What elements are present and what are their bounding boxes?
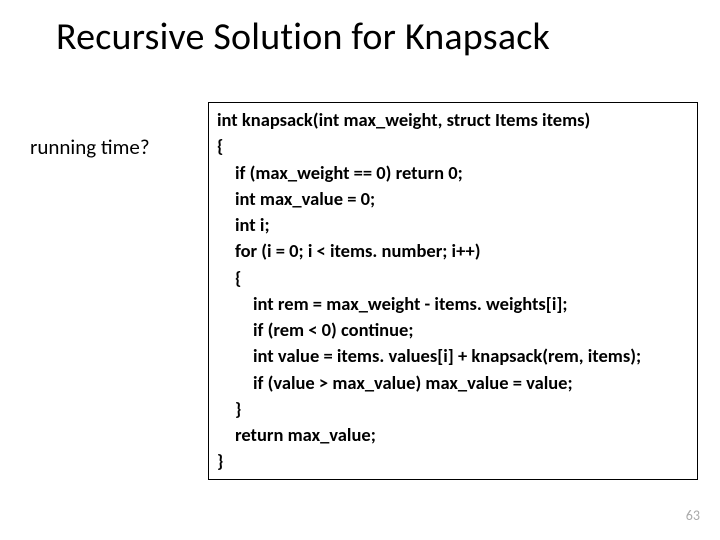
- code-line: }: [217, 449, 223, 472]
- code-line: {: [217, 134, 223, 157]
- code-line: int rem = max_weight - items. weights[i]…: [217, 291, 689, 317]
- code-line: int value = items. values[i] + knapsack(…: [217, 343, 689, 369]
- code-line: int knapsack(int max_weight, struct Item…: [217, 108, 590, 131]
- code-line: if (rem < 0) continue;: [217, 317, 689, 343]
- code-line: int max_value = 0;: [217, 186, 689, 212]
- code-line: {: [217, 265, 689, 291]
- slide: Recursive Solution for Knapsack running …: [0, 0, 720, 540]
- slide-title: Recursive Solution for Knapsack: [56, 14, 688, 60]
- code-line: for (i = 0; i < items. number; i++): [217, 238, 689, 264]
- code-line: int i;: [217, 212, 689, 238]
- code-line: }: [217, 396, 689, 422]
- code-line: return max_value;: [217, 422, 689, 448]
- left-note: running time?: [30, 102, 206, 160]
- code-box: int knapsack(int max_weight, struct Item…: [208, 102, 698, 480]
- content-area: running time? int knapsack(int max_weigh…: [56, 102, 688, 480]
- code-line: if (max_weight == 0) return 0;: [217, 160, 689, 186]
- code-line: if (value > max_value) max_value = value…: [217, 370, 689, 396]
- page-number: 63: [686, 507, 700, 524]
